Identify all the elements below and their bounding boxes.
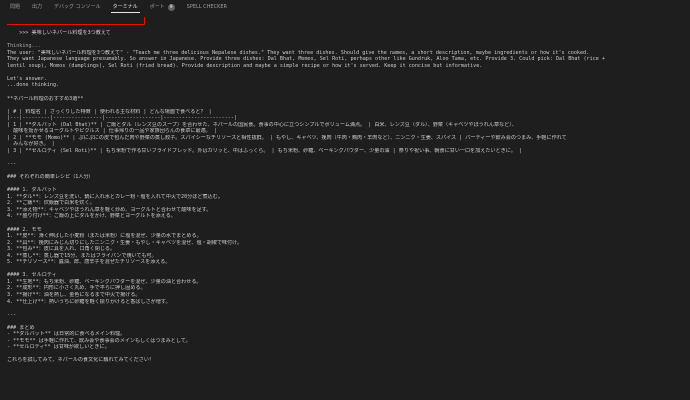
terminal-output[interactable]: >>> 美味しいネパール料理を3つ教えて Thinking... The user…: [0, 14, 690, 400]
tab-ports-label: ポート: [149, 4, 165, 10]
tab-problems[interactable]: 問題: [4, 0, 26, 14]
prompt-highlight-box: [7, 17, 145, 25]
terminal-prompt-line: >>> 美味しいネパール料理を3つ教えて: [7, 17, 147, 43]
ports-count-badge: 9: [167, 3, 175, 11]
tab-spell-checker[interactable]: SPELL CHECKER: [181, 0, 233, 14]
prompt-text: >>> 美味しいネパール料理を3つ教えて: [19, 30, 111, 37]
tab-output[interactable]: 出力: [26, 0, 48, 14]
terminal-line: これらを試してみて、ネパールの食文化に触れてみてください！: [7, 357, 155, 364]
panel-tab-bar: 問題 出力 デバッグ コンソール ターミナル ポート 9 SPELL CHECK…: [0, 0, 690, 14]
terminal-line: They want Japanese language presumably. …: [7, 56, 606, 63]
terminal-lines: Thinking... The user: "美味しいネパール料理を3つ教えて" …: [7, 43, 684, 364]
tab-debug-console[interactable]: デバッグ コンソール: [48, 0, 107, 14]
tab-terminal[interactable]: ターミナル: [107, 0, 144, 14]
tab-ports[interactable]: ポート 9: [144, 0, 181, 14]
